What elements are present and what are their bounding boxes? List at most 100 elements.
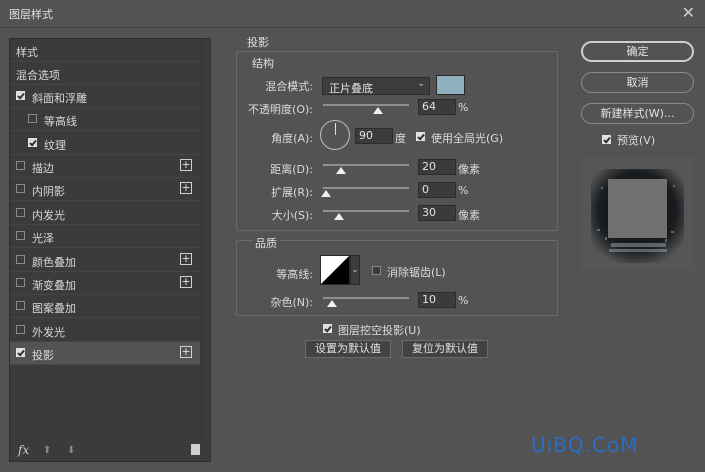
global-light-checkbox[interactable] [416, 132, 425, 141]
watermark: UiBQ.CoM [531, 433, 639, 457]
sidebar-item-label: 混合选项 [16, 69, 60, 82]
sidebar-item-checkbox[interactable] [28, 138, 37, 147]
noise-input[interactable]: 10 [418, 292, 456, 308]
add-effect-icon[interactable]: + [180, 346, 192, 358]
trash-icon[interactable] [191, 444, 200, 455]
blend-mode-value: 正片叠底 [329, 82, 373, 95]
sidebar-item-label: 纹理 [44, 139, 66, 152]
opacity-label: 不透明度(O): [248, 103, 313, 116]
sidebar-item-label: 颜色叠加 [32, 256, 76, 269]
fx-icon[interactable]: fx [18, 443, 29, 457]
sidebar-item-checkbox[interactable] [16, 301, 25, 310]
make-default-button[interactable]: 设置为默认值 [305, 340, 391, 358]
spread-input[interactable]: 0 [418, 182, 456, 198]
angle-unit: 度 [395, 132, 406, 145]
style-list-scrollbar[interactable] [201, 39, 211, 439]
distance-slider-thumb[interactable] [336, 167, 346, 174]
add-effect-icon[interactable]: + [180, 182, 192, 194]
size-slider[interactable] [323, 208, 409, 220]
contour-curve-icon [321, 256, 349, 284]
spread-unit: % [458, 184, 469, 197]
sidebar-item-label: 样式 [16, 46, 38, 59]
sidebar-item-label: 投影 [32, 349, 54, 362]
style-list-footer: fx ⬆ ⬇ [10, 439, 210, 461]
sidebar-item-checkbox[interactable] [16, 208, 25, 217]
opacity-unit: % [458, 101, 469, 114]
sidebar-item-checkbox[interactable] [16, 278, 25, 287]
angle-dial-hand [335, 123, 336, 135]
section-title-drop-shadow: 投影 [247, 36, 269, 49]
global-light-label: 使用全局光(G) [431, 132, 504, 145]
opacity-slider[interactable] [323, 102, 409, 114]
contour-preview[interactable] [320, 255, 350, 285]
opacity-input[interactable]: 64 [418, 99, 456, 115]
sidebar-item[interactable]: 内发光 [10, 202, 200, 225]
distance-label: 距离(D): [270, 163, 313, 176]
angle-dial[interactable] [320, 120, 350, 150]
style-list-panel: 样式混合选项斜面和浮雕等高线纹理描边 + 内阴影 + 内发光光泽颜色叠加 + 渐变叠加 + 图案… [9, 38, 211, 462]
sidebar-item[interactable]: 混合选项 [10, 62, 200, 85]
move-down-icon[interactable]: ⬇ [67, 445, 75, 456]
sidebar-item[interactable]: 图案叠加 [10, 295, 200, 318]
sidebar-item-label: 内发光 [32, 209, 65, 222]
sidebar-item-checkbox[interactable] [28, 114, 37, 123]
cancel-button[interactable]: 取消 [581, 72, 694, 93]
sidebar-item-checkbox[interactable] [16, 325, 25, 334]
sidebar-item[interactable]: 描边 + [10, 155, 200, 178]
sidebar-item[interactable]: 外发光 [10, 319, 200, 342]
sidebar-item-checkbox[interactable] [16, 184, 25, 193]
ok-button[interactable]: 确定 [581, 41, 694, 62]
knockout-checkbox[interactable] [323, 324, 332, 333]
sidebar-item-checkbox[interactable] [16, 348, 25, 357]
move-up-icon[interactable]: ⬆ [43, 445, 51, 456]
new-style-button[interactable]: 新建样式(W)... [581, 103, 694, 124]
spread-label: 扩展(R): [271, 186, 313, 199]
sidebar-item[interactable]: 斜面和浮雕 [10, 85, 200, 108]
anti-alias-checkbox[interactable] [372, 266, 381, 275]
chevron-down-icon: ⌄ [417, 79, 425, 89]
distance-input[interactable]: 20 [418, 159, 456, 175]
distance-unit: 像素 [458, 163, 480, 176]
preview-checkbox[interactable] [602, 135, 611, 144]
distance-slider[interactable] [323, 162, 409, 174]
angle-input[interactable]: 90 [355, 128, 393, 144]
add-effect-icon[interactable]: + [180, 276, 192, 288]
sidebar-item[interactable]: 渐变叠加 + [10, 272, 200, 295]
opacity-slider-thumb[interactable] [373, 107, 383, 114]
noise-unit: % [458, 294, 469, 307]
sidebar-item-checkbox[interactable] [16, 161, 25, 170]
quality-title: 品质 [252, 235, 280, 251]
spread-slider-thumb[interactable] [321, 190, 331, 197]
close-icon[interactable]: ✕ [682, 3, 695, 22]
sidebar-item-label: 外发光 [32, 326, 65, 339]
sidebar-item-checkbox[interactable] [16, 231, 25, 240]
contour-dropdown[interactable]: ⌄ [350, 255, 360, 285]
blend-mode-select[interactable]: 正片叠底 ⌄ [322, 77, 430, 95]
sidebar-item[interactable]: 纹理 [10, 132, 200, 155]
sidebar-item[interactable]: 光泽 [10, 225, 200, 248]
sidebar-item-label: 渐变叠加 [32, 279, 76, 292]
sidebar-item[interactable]: 颜色叠加 + [10, 249, 200, 272]
sidebar-item[interactable]: 等高线 [10, 108, 200, 131]
window-title: 图层样式 [9, 8, 53, 21]
sidebar-item-label: 等高线 [44, 115, 77, 128]
sidebar-item[interactable]: 内阴影 + [10, 178, 200, 201]
sidebar-item-checkbox[interactable] [16, 91, 25, 100]
sidebar-item[interactable]: 样式 [10, 39, 200, 62]
style-preview-thumbnail [581, 157, 694, 270]
sidebar-item[interactable]: 投影 + [10, 342, 200, 365]
sidebar-item-checkbox[interactable] [16, 255, 25, 264]
reset-default-button[interactable]: 复位为默认值 [402, 340, 488, 358]
noise-slider-thumb[interactable] [327, 300, 337, 307]
size-input[interactable]: 30 [418, 205, 456, 221]
size-slider-thumb[interactable] [334, 213, 344, 220]
spread-slider[interactable] [321, 185, 409, 197]
noise-slider[interactable] [323, 295, 409, 307]
shadow-color-swatch[interactable] [436, 75, 465, 95]
noise-slider-track [323, 297, 409, 299]
add-effect-icon[interactable]: + [180, 159, 192, 171]
size-unit: 像素 [458, 209, 480, 222]
add-effect-icon[interactable]: + [180, 253, 192, 265]
size-slider-track [323, 210, 409, 212]
anti-alias-label: 消除锯齿(L) [387, 266, 446, 279]
